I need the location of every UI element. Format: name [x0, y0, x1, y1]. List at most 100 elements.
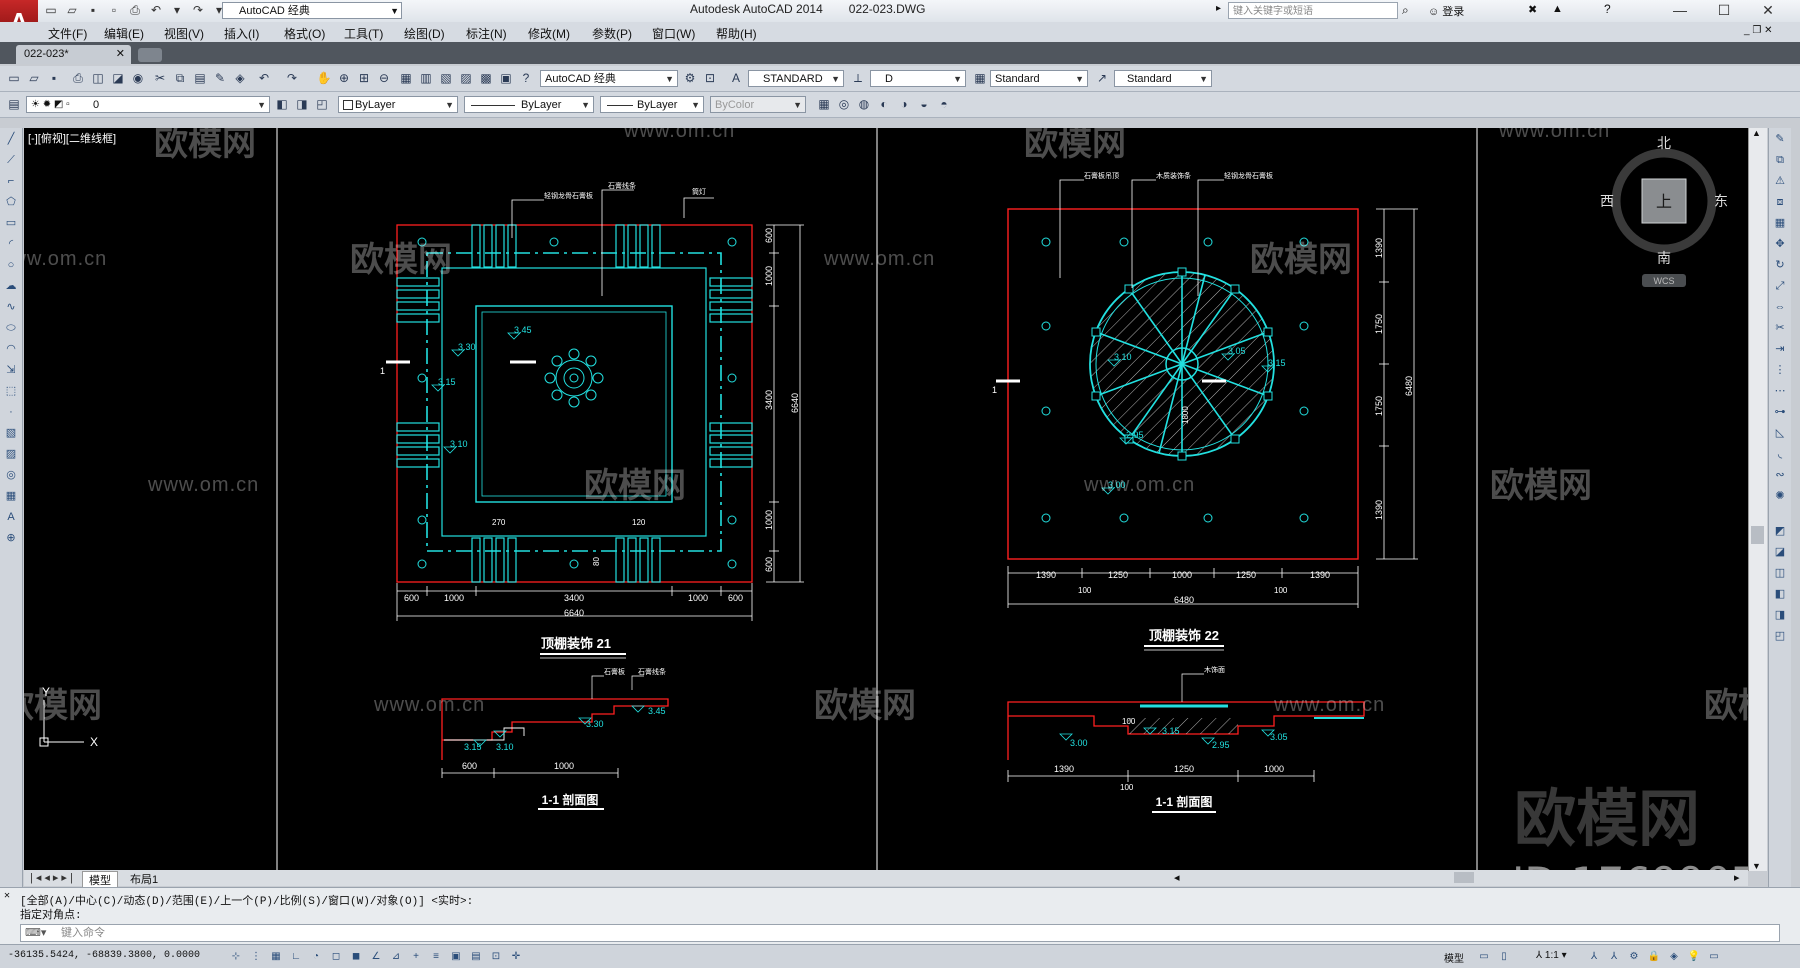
save-icon[interactable]: ▪: [84, 2, 102, 18]
dim-front-icon[interactable]: ◰: [1771, 627, 1789, 646]
viewcube-south[interactable]: 南: [1657, 250, 1671, 266]
copy-icon[interactable]: ⧉: [1771, 151, 1789, 170]
render-icon[interactable]: ◐: [876, 96, 892, 112]
point-icon[interactable]: ·: [2, 403, 20, 422]
tab-layout1[interactable]: 布局1: [124, 871, 164, 887]
scale-icon[interactable]: ⤢: [1771, 277, 1789, 296]
help-icon[interactable]: ?: [518, 70, 534, 86]
make-current-layer-icon[interactable]: ◧: [274, 96, 290, 112]
scroll-up-icon[interactable]: ▲: [1752, 128, 1761, 138]
command-input[interactable]: ⌨▾ 键入命令: [20, 924, 1780, 942]
viewcube[interactable]: 上 北 南 东 西 WCS: [1600, 135, 1728, 287]
calculator-icon[interactable]: ▣: [498, 70, 514, 86]
named-views-icon[interactable]: ◎: [836, 96, 852, 112]
scroll-left-icon[interactable]: ◂: [1174, 871, 1180, 884]
scroll-right-icon[interactable]: ▸: [1734, 871, 1740, 884]
draw-order-icon[interactable]: ◩: [1771, 522, 1789, 541]
design-center-icon[interactable]: ▥: [418, 70, 434, 86]
workspace-settings-icon[interactable]: ⚙: [682, 70, 698, 86]
clean-screen-icon[interactable]: ▭: [1706, 949, 1722, 964]
table-style-icon[interactable]: ▦: [972, 70, 988, 86]
erase-icon[interactable]: ✎: [1771, 130, 1789, 149]
lineweight-combo[interactable]: ByLayer ▼: [600, 96, 704, 113]
menu-modify[interactable]: 修改(M): [528, 25, 570, 42]
dim-style-icon[interactable]: ⟂: [850, 70, 866, 86]
grid-icon[interactable]: ▦: [268, 949, 284, 964]
add-selected-icon[interactable]: ⊕: [2, 529, 20, 548]
explode-icon[interactable]: ✺: [1771, 487, 1789, 506]
undo-icon[interactable]: ↶: [256, 70, 272, 86]
menu-insert[interactable]: 插入(I): [224, 25, 259, 42]
extend-icon[interactable]: ⇥: [1771, 340, 1789, 359]
qnew-icon[interactable]: ▭: [6, 70, 22, 86]
annotation-visibility-icon[interactable]: ⅄: [1586, 949, 1602, 964]
doc-window-controls[interactable]: _ ❐ ✕: [1744, 25, 1772, 36]
array-icon[interactable]: ▦: [1771, 214, 1789, 233]
redo-icon[interactable]: ↷: [284, 70, 300, 86]
quick-view-drawings-icon[interactable]: ▯: [1496, 949, 1512, 964]
multileader-style-icon[interactable]: ↗: [1094, 70, 1110, 86]
snap-mode-icon[interactable]: ⋮: [248, 949, 264, 964]
ellipse-arc-icon[interactable]: ◠: [2, 340, 20, 359]
move-icon[interactable]: ✥: [1771, 235, 1789, 254]
close-tab-icon[interactable]: ✕: [116, 45, 125, 64]
ducs-icon[interactable]: ⊿: [388, 949, 404, 964]
mtext-icon[interactable]: A: [2, 508, 20, 527]
trim-icon[interactable]: ✂: [1771, 319, 1789, 338]
sheet-set-icon[interactable]: ▨: [458, 70, 474, 86]
linetype-combo[interactable]: ByLayer ▼: [464, 96, 594, 113]
annotation-scale[interactable]: ⅄ 1:1 ▾: [1536, 950, 1567, 961]
menu-tools[interactable]: 工具(T): [344, 25, 383, 42]
copy-icon[interactable]: ⧉: [172, 70, 188, 86]
ortho-icon[interactable]: ∟: [288, 949, 304, 964]
horizontal-scroll-thumb[interactable]: [1454, 872, 1474, 883]
paste-icon[interactable]: ▤: [192, 70, 208, 86]
hardware-accel-icon[interactable]: ◈: [1666, 949, 1682, 964]
viewcube-west[interactable]: 西: [1600, 193, 1614, 209]
rectangle-icon[interactable]: ▭: [2, 214, 20, 233]
3d-osnap-icon[interactable]: ◼: [348, 949, 364, 964]
menu-dimension[interactable]: 标注(N): [466, 25, 507, 42]
layer-isolate-icon[interactable]: ◰: [314, 96, 330, 112]
viewcube-north[interactable]: 北: [1657, 135, 1671, 151]
new-icon[interactable]: ▭: [42, 2, 60, 18]
maximize-button[interactable]: ☐: [1704, 0, 1744, 20]
workspace-combo[interactable]: AutoCAD 经典 ▼: [540, 70, 678, 87]
workspace-switch-icon[interactable]: ⚙: [1626, 949, 1642, 964]
viewport-icon[interactable]: ◍: [856, 96, 872, 112]
app-store-icon[interactable]: ▲: [1552, 3, 1563, 15]
new-tab-button[interactable]: [138, 48, 162, 62]
spline-icon[interactable]: ∿: [2, 298, 20, 317]
auto-scale-icon[interactable]: ⅄: [1606, 949, 1622, 964]
save-as-icon[interactable]: ▫: [105, 2, 123, 18]
menu-edit[interactable]: 编辑(E): [104, 25, 144, 42]
break-point-icon[interactable]: ⋮: [1771, 361, 1789, 380]
sign-in-button[interactable]: ☺ 登录: [1428, 3, 1464, 19]
layer-manager-icon[interactable]: ▤: [6, 96, 22, 112]
visual-styles-icon[interactable]: ◒: [916, 96, 932, 112]
print-icon[interactable]: ⎙: [126, 2, 144, 18]
minimize-button[interactable]: —: [1660, 0, 1700, 20]
hatch-back-icon[interactable]: ◨: [1771, 606, 1789, 625]
block-editor-icon[interactable]: ◈: [232, 70, 248, 86]
infer-constraints-icon[interactable]: ⊹: [228, 949, 244, 964]
viewcube-east[interactable]: 东: [1714, 193, 1728, 209]
scroll-down-icon[interactable]: ▼: [1752, 861, 1761, 871]
redo-icon[interactable]: ↷: [189, 2, 207, 18]
make-block-icon[interactable]: ⬚: [2, 382, 20, 401]
quick-props-icon[interactable]: ▤: [468, 949, 484, 964]
properties-icon[interactable]: ▦: [398, 70, 414, 86]
ellipse-icon[interactable]: ⬭: [2, 319, 20, 338]
wcs-menu[interactable]: WCS: [1654, 276, 1675, 286]
region-icon[interactable]: ◎: [2, 466, 20, 485]
layer-combo[interactable]: ☀ ✹ ◩ ▫ 0 ▼: [26, 96, 270, 113]
transparency-icon[interactable]: ▣: [448, 949, 464, 964]
menu-parametric[interactable]: 参数(P): [592, 25, 632, 42]
text-style-combo[interactable]: STANDARD ▼: [748, 70, 844, 87]
zoom-realtime-icon[interactable]: ⊕: [336, 70, 352, 86]
menu-draw[interactable]: 绘图(D): [404, 25, 445, 42]
line-icon[interactable]: ╱: [2, 130, 20, 149]
dim-style-combo[interactable]: D ▼: [870, 70, 966, 87]
rotate-icon[interactable]: ↻: [1771, 256, 1789, 275]
osnap-icon[interactable]: ◻: [328, 949, 344, 964]
